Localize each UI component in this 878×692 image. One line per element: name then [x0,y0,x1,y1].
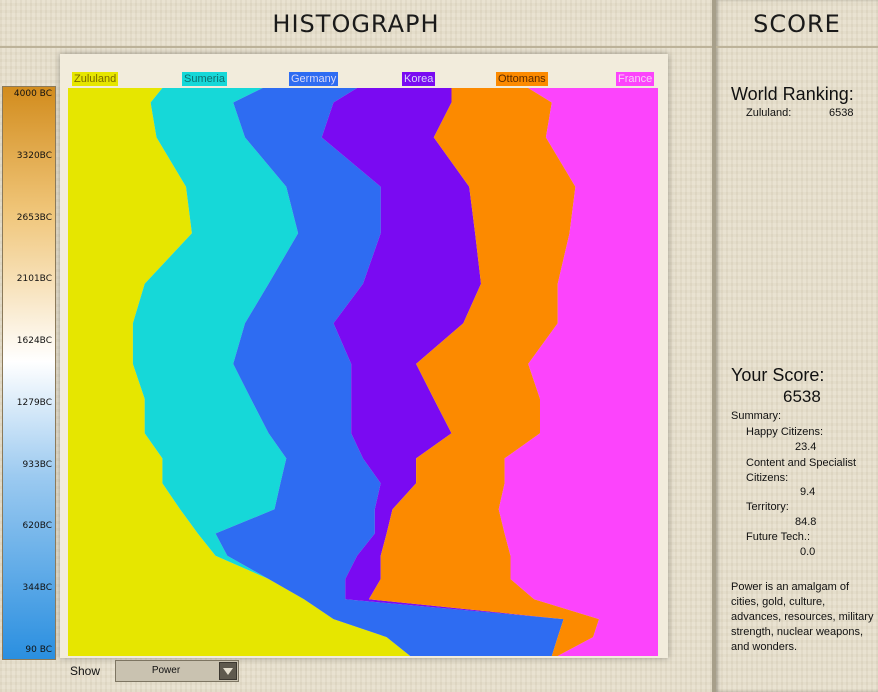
timeline-tick-label: 1624BC [16,336,52,347]
timeline-tick-label: 90 BC [25,645,52,655]
legend-sumeria: Sumeria [182,72,227,86]
summary-title: Summary: [731,410,782,422]
summary-value-territory: 84.8 [795,516,817,528]
summary-value-content: 9.4 [800,486,816,498]
score-description: Power is an amalgam of cities, gold, cul… [731,581,874,653]
show-metric-value: Power [151,665,181,676]
summary-label-happy: Happy Citizens: [746,426,824,438]
ranking-civ-name: Zululand: [746,107,792,119]
score-title-divider [716,46,878,48]
histograph-chart [68,88,658,656]
summary-label-future-tech: Future Tech.: [746,531,810,543]
histograph-title: HISTOGRAPH [272,10,440,38]
timeline-tick-label: 620BC [22,521,52,532]
timeline-tick-label: 2101BC [16,274,52,285]
legend-ottomans: Ottomans [496,72,548,86]
legend-zululand: Zululand [72,72,119,86]
show-metric-dropdown[interactable]: Power [115,660,239,682]
world-ranking-title: World Ranking: [731,84,854,104]
your-score-title: Your Score: [731,365,825,385]
timeline-tick-label: 1279BC [16,397,52,408]
title-divider [0,46,712,48]
legend-france: France [616,72,655,86]
show-label: Show [70,664,101,678]
chart-frame [60,54,668,658]
timeline-tick-label: 4000 BC [13,89,52,99]
timeline-bar [2,86,56,660]
legend-korea: Korea [402,72,436,86]
timeline-tick-label: 344BC [22,583,52,594]
legend-germany: Germany [289,72,339,86]
ranking-civ-score: 6538 [829,107,854,119]
timeline-tick-label: 933BC [22,459,52,470]
your-score-value: 6538 [783,387,821,406]
summary-value-happy: 23.4 [795,441,817,453]
summary-label-territory: Territory: [746,501,789,513]
summary-label-content: Content and Specialist Citizens: [746,457,857,484]
summary-value-future-tech: 0.0 [800,546,816,558]
chevron-down-icon[interactable] [219,662,237,680]
timeline-tick-label: 3320BC [16,150,52,161]
score-title: SCORE [753,10,841,38]
timeline-tick-label: 2653BC [16,212,52,223]
